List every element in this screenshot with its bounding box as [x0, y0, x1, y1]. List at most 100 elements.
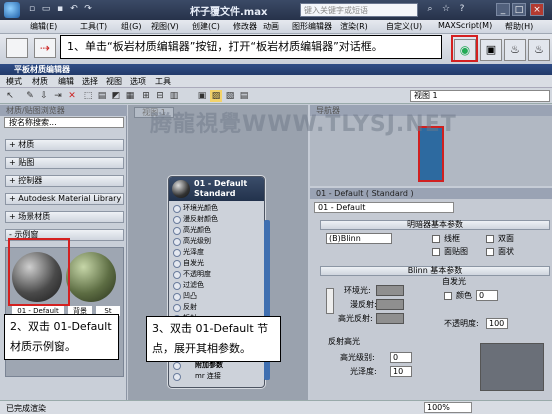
menu-help[interactable]: 帮助(H)	[505, 21, 533, 32]
group-controllers[interactable]: + 控制器	[5, 175, 124, 187]
node-slot[interactable]: 光泽度	[169, 247, 264, 258]
slate-menu-modes[interactable]: 模式	[6, 76, 22, 87]
put-to-scene-icon[interactable]: ⇩	[38, 90, 50, 102]
specular-swatch[interactable]	[376, 313, 404, 324]
file-title: 杯子覆文件.max	[190, 7, 268, 18]
group-autodesk-library[interactable]: + Autodesk Material Library	[5, 193, 124, 205]
sample-slot-background[interactable]	[66, 252, 116, 302]
save-file-icon[interactable]: ▪	[54, 4, 66, 16]
select-tool-icon[interactable]: ↖	[4, 90, 16, 102]
slate-menu-utilities[interactable]: 工具	[155, 76, 171, 87]
show-map-icon[interactable]: ◩	[110, 90, 122, 102]
menu-animation[interactable]: 动画	[263, 21, 279, 32]
glossiness-spinner[interactable]: 10	[390, 366, 412, 377]
menu-customize[interactable]: 自定义(U)	[386, 21, 422, 32]
node-slot[interactable]: 过滤色	[169, 280, 264, 291]
render-production-icon[interactable]: ♨	[528, 39, 550, 61]
sidebar-toggle-icon[interactable]: ▧	[224, 90, 236, 102]
opacity-spinner[interactable]: 100	[486, 318, 508, 329]
two-sided-checkbox[interactable]	[486, 235, 494, 243]
self-illum-color-checkbox[interactable]	[444, 292, 452, 300]
view-dropdown[interactable]: 视图 1	[410, 90, 550, 102]
browser-search-input[interactable]: 按名称搜索...	[4, 117, 124, 128]
node-header[interactable]: 01 - Default Standard	[169, 177, 264, 201]
selection-filter-dropdown[interactable]	[6, 38, 28, 58]
node-slot[interactable]: 自发光	[169, 258, 264, 269]
face-map-checkbox[interactable]	[432, 248, 440, 256]
faceted-checkbox[interactable]	[486, 248, 494, 256]
faceted-label: 面状	[498, 247, 514, 256]
node-slot[interactable]: 凹凸	[169, 291, 264, 302]
group-scene-materials[interactable]: + 场景材质	[5, 211, 124, 223]
shader-dropdown[interactable]: (B)Blinn	[326, 233, 392, 244]
param-header: 01 - Default ( Standard )	[310, 188, 552, 199]
self-illum-group: 自发光	[442, 277, 466, 286]
material-parameters-icon[interactable]: ▥	[168, 90, 180, 102]
slate-menu-view[interactable]: 视图	[106, 76, 122, 87]
node-slot[interactable]: 高光级别	[169, 236, 264, 247]
menu-maxscript[interactable]: MAXScript(M)	[438, 21, 492, 30]
menu-rendering[interactable]: 渲染(R)	[340, 21, 368, 32]
close-button[interactable]: ×	[530, 3, 544, 16]
slate-menu-select[interactable]: 选择	[82, 76, 98, 87]
self-illum-spinner[interactable]: 0	[476, 290, 498, 301]
lock-icon[interactable]	[326, 288, 334, 314]
menu-graph-editors[interactable]: 图形编辑器	[292, 21, 332, 32]
render-setup-icon[interactable]: ▣	[480, 39, 502, 61]
blinn-rollout[interactable]: Blinn 基本参数	[320, 266, 550, 276]
slate-menu-edit[interactable]: 编辑	[58, 76, 74, 87]
menu-views[interactable]: 视图(V)	[151, 21, 179, 32]
node-slot[interactable]: 漫反射颜色	[169, 214, 264, 225]
status-text: 已完成渲染	[6, 404, 46, 413]
diffuse-label: 漫反射:	[350, 300, 377, 309]
ambient-label: 环境光:	[344, 286, 371, 295]
move-children-icon[interactable]: ⬚	[82, 90, 94, 102]
redo-icon[interactable]: ↷	[82, 4, 94, 16]
diffuse-swatch[interactable]	[376, 299, 404, 310]
wire-checkbox[interactable]	[432, 235, 440, 243]
assign-material-icon[interactable]: ⇥	[52, 90, 64, 102]
undo-icon[interactable]: ↶	[68, 4, 80, 16]
nav-icon[interactable]: ▣	[196, 90, 208, 102]
select-by-material-icon[interactable]: ▨	[210, 90, 222, 102]
ambient-swatch[interactable]	[376, 285, 404, 296]
max-logo-icon[interactable]	[4, 2, 20, 18]
zoom-dropdown[interactable]: 100%	[424, 402, 472, 413]
group-maps[interactable]: + 贴图	[5, 157, 124, 169]
layout-children-icon[interactable]: ⊟	[154, 90, 166, 102]
node-slot[interactable]: 环境光颜色	[169, 203, 264, 214]
pick-material-icon[interactable]: ✎	[24, 90, 36, 102]
show-background-icon[interactable]: ▦	[124, 90, 136, 102]
minimize-button[interactable]: _	[496, 3, 510, 16]
maximize-button[interactable]: □	[512, 3, 526, 16]
search-input[interactable]: 键入关键字或短语	[300, 3, 418, 17]
group-materials[interactable]: + 材质	[5, 139, 124, 151]
slate-menu-bar: 模式 材质 编辑 选择 视图 选项 工具	[0, 75, 552, 88]
menu-edit[interactable]: 编辑(E)	[30, 21, 57, 32]
menu-group[interactable]: 组(G)	[121, 21, 141, 32]
binoculars-icon[interactable]: ⌕	[424, 4, 436, 16]
node-slot[interactable]: 高光颜色	[169, 225, 264, 236]
menu-tools[interactable]: 工具(T)	[80, 21, 107, 32]
hide-unused-icon[interactable]: ▤	[96, 90, 108, 102]
new-file-icon[interactable]: ▫	[26, 4, 38, 16]
node-mr-connection[interactable]: mr 连接	[169, 371, 264, 382]
star-icon[interactable]: ☆	[440, 4, 452, 16]
render-teapot-icon[interactable]: ♨	[504, 39, 526, 61]
shader-rollout[interactable]: 明暗器基本参数	[320, 220, 550, 230]
material-name-field[interactable]: 01 - Default	[314, 202, 454, 213]
layout-all-icon[interactable]: ⊞	[140, 90, 152, 102]
callout-step3: 3、双击 01-Default 节点，展开其相参数。	[146, 316, 281, 362]
layout-icon[interactable]: ▤	[238, 90, 250, 102]
link-icon[interactable]: ⇢	[34, 38, 56, 58]
node-slot[interactable]: 不透明度	[169, 269, 264, 280]
spec-level-spinner[interactable]: 0	[390, 352, 412, 363]
menu-create[interactable]: 创建(C)	[192, 21, 220, 32]
node-slot[interactable]: 反射	[169, 302, 264, 313]
menu-modifiers[interactable]: 修改器	[233, 21, 257, 32]
delete-icon[interactable]: ✕	[66, 90, 78, 102]
slate-menu-material[interactable]: 材质	[32, 76, 48, 87]
slate-menu-options[interactable]: 选项	[130, 76, 146, 87]
open-file-icon[interactable]: ▭	[40, 4, 52, 16]
help-icon[interactable]: ?	[456, 4, 468, 16]
